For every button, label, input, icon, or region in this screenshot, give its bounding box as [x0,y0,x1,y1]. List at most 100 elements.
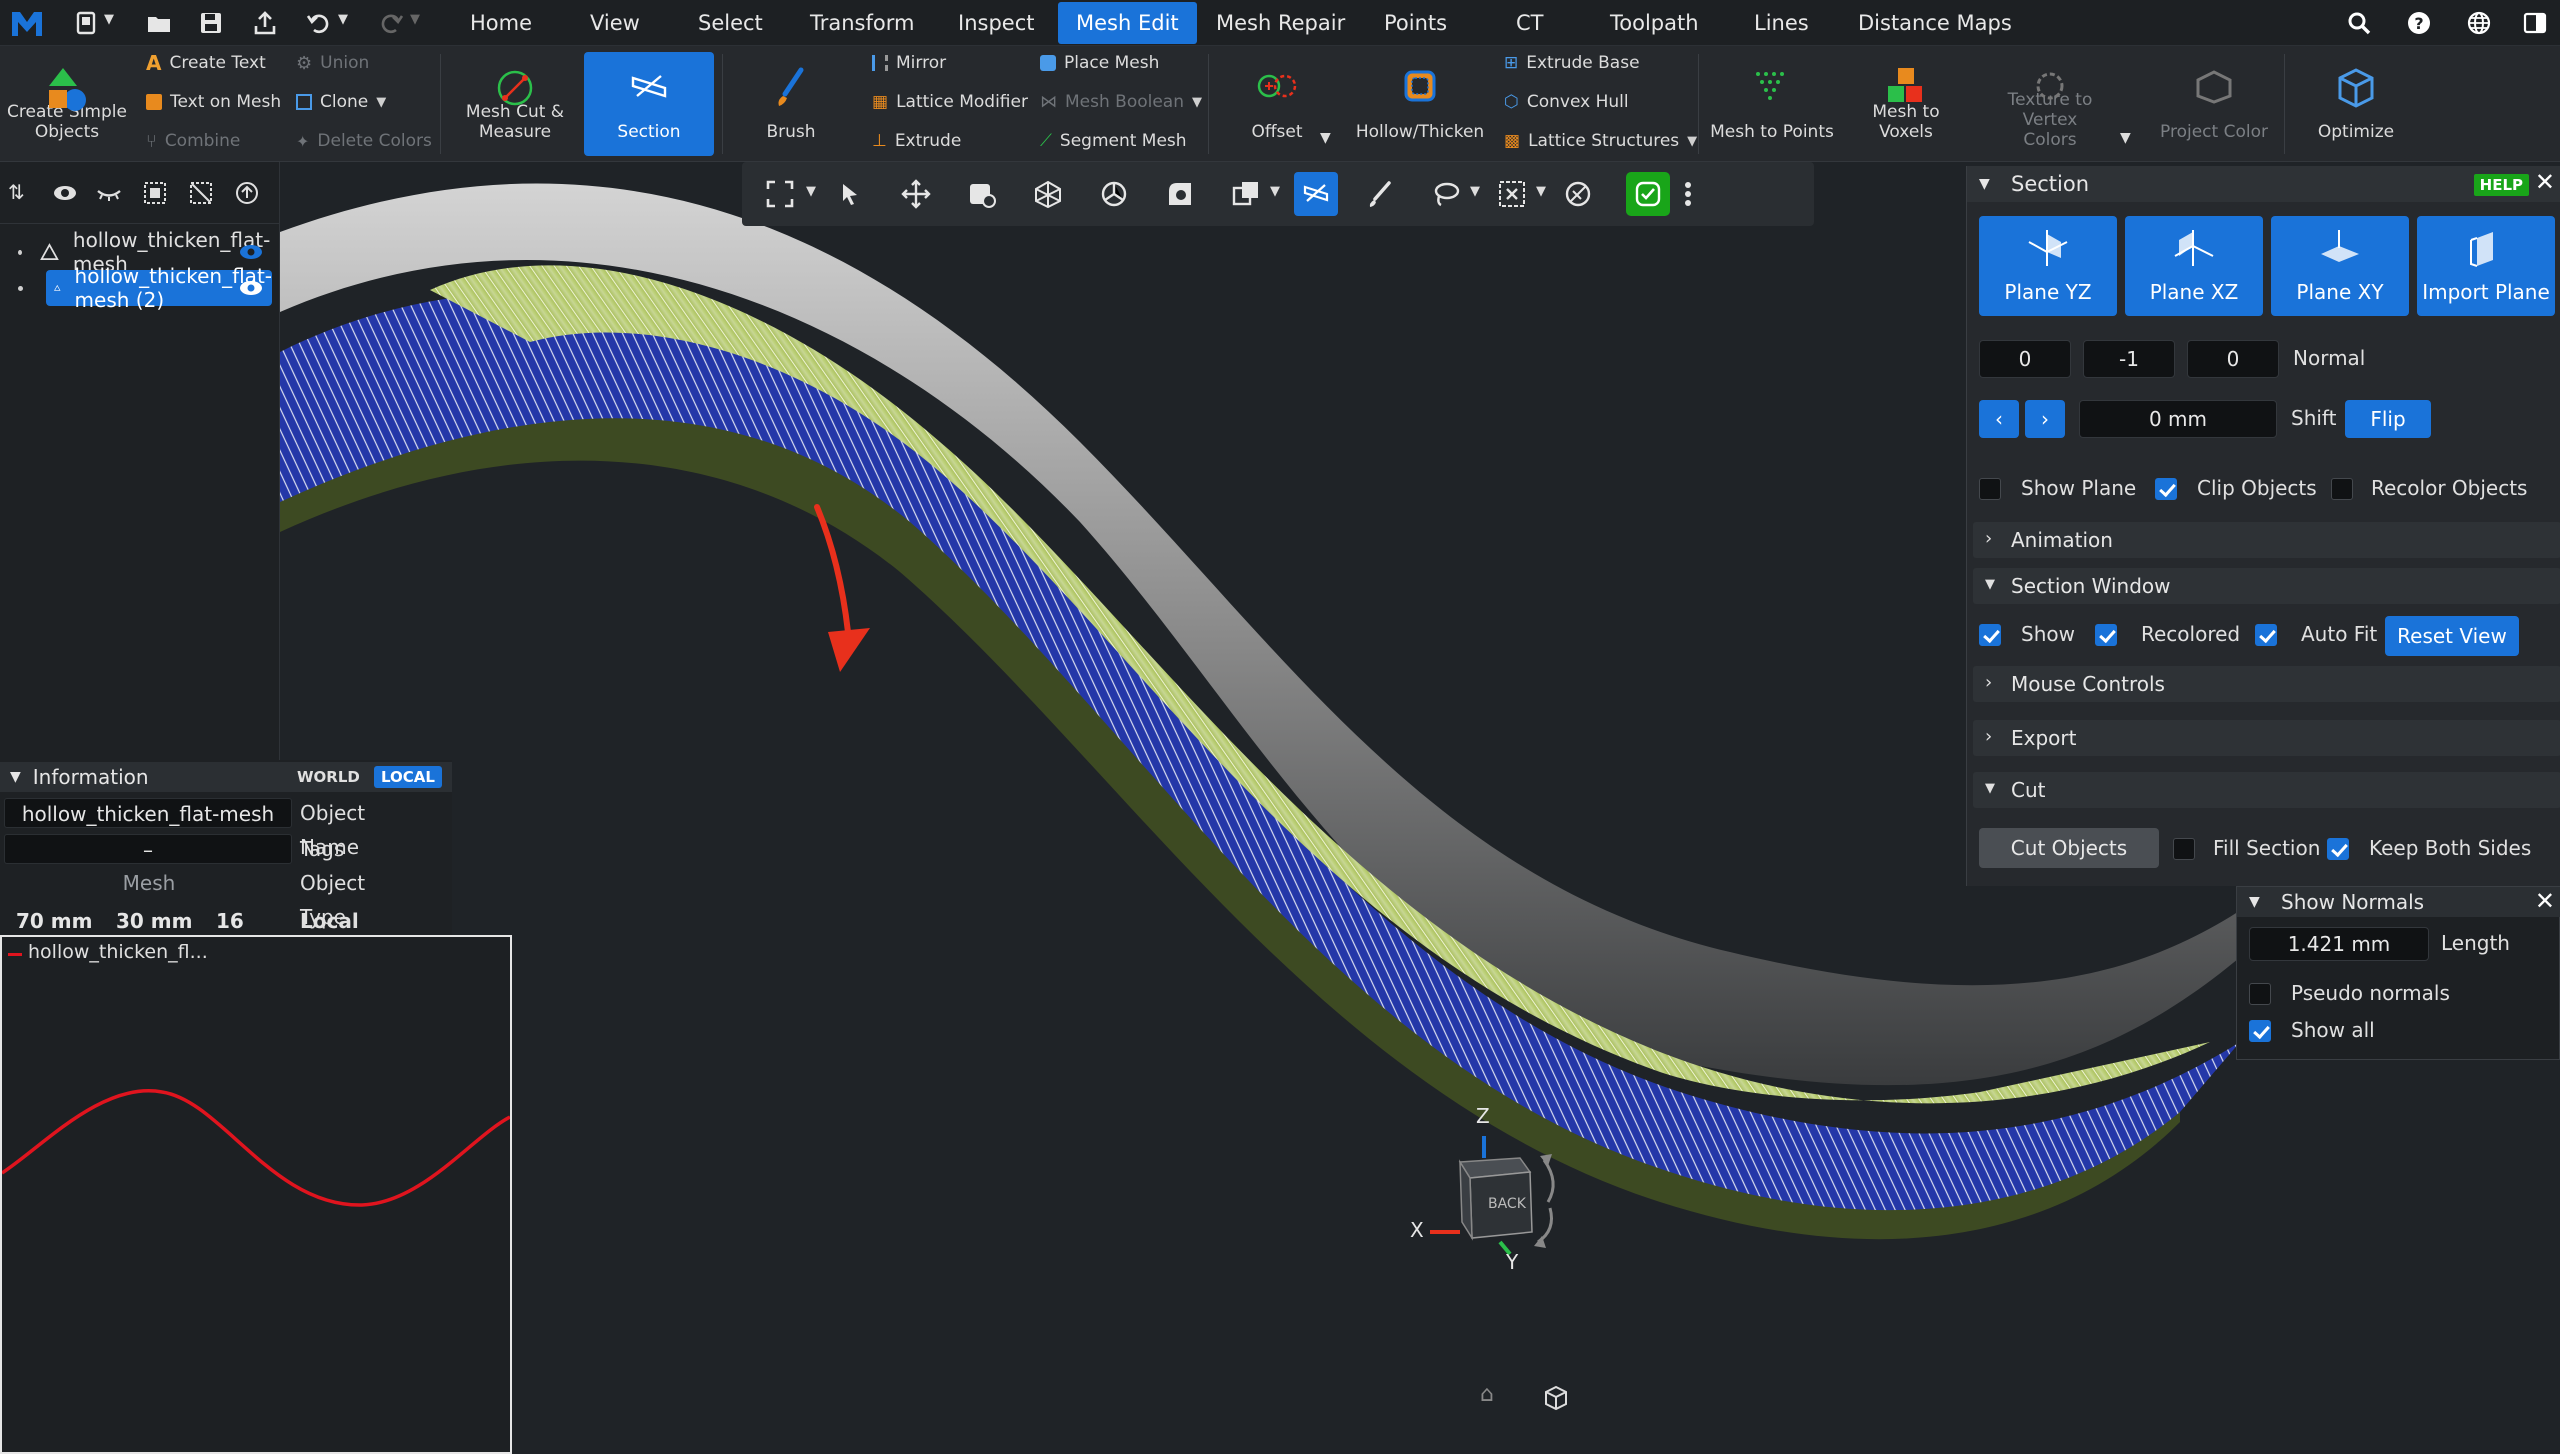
fill-section-checkbox[interactable] [2173,838,2195,860]
information-header[interactable]: ▼ Information WORLD LOCAL [0,762,452,792]
paint-brush-icon[interactable] [1362,176,1398,212]
plane-xz-button[interactable]: Plane XZ [2125,216,2263,316]
plane-xy-button[interactable]: Plane XY [2271,216,2409,316]
import-plane-button[interactable]: Import Plane [2417,216,2555,316]
more-options-icon[interactable] [1678,176,1698,212]
tree-item-selected[interactable]: hollow_thicken_flat-mesh (2) [46,264,272,312]
recolor-objects-checkbox[interactable] [2331,478,2353,500]
normal-x-input[interactable]: 0 [1979,340,2071,378]
sort-icon[interactable]: ⇅ [8,180,34,206]
lasso-icon[interactable] [1428,176,1464,212]
redo-icon[interactable] [378,10,404,36]
tab-toolpath[interactable]: Toolpath [1592,0,1717,46]
redo-history-icon[interactable]: ▼ [410,12,420,27]
tab-points[interactable]: Points [1366,0,1465,46]
cut-section-header[interactable]: ▼ Cut [1973,772,2560,808]
select-pointer-icon[interactable] [832,176,868,212]
chevron-down-icon[interactable]: ▼ [1536,184,1546,199]
box-select-icon[interactable] [1494,176,1530,212]
tab-ct[interactable]: CT [1498,0,1562,46]
mesh-to-voxels-button[interactable]: Mesh to Voxels [1844,52,1968,156]
clone-button[interactable]: Clone ▼ [296,89,386,115]
fit-view-icon[interactable] [762,176,798,212]
tab-transform[interactable]: Transform [792,0,932,46]
section-tool-icon[interactable] [1294,172,1338,216]
visibility-eye-icon[interactable] [238,278,264,298]
tab-home[interactable]: Home [452,0,550,46]
show-all-checkbox[interactable] [2249,1020,2271,1042]
duplicate-icon[interactable] [1228,176,1264,212]
chevron-down-icon[interactable]: ▼ [2120,130,2131,146]
sidebar-toggle-icon[interactable] [2522,10,2548,36]
show-plane-checkbox[interactable] [1979,478,2001,500]
mesh-cut-measure-button[interactable]: Mesh Cut & Measure [452,52,578,156]
mesh-to-points-button[interactable]: Mesh to Points [1710,52,1834,156]
mirror-button[interactable]: Mirror [872,50,946,76]
hide-all-icon[interactable] [96,180,122,206]
measure-icon[interactable] [1162,176,1198,212]
view-cube[interactable]: BACK Z X Y [1410,1104,1570,1274]
new-file-icon[interactable] [74,10,100,36]
segment-mesh-button[interactable]: ⟋ Segment Mesh [1040,128,1187,154]
show-all-icon[interactable] [52,180,78,206]
app-logo-icon[interactable] [10,8,44,38]
move-icon[interactable] [898,176,934,212]
flip-button[interactable]: Flip [2345,400,2431,438]
clip-objects-checkbox[interactable] [2155,478,2177,500]
create-simple-objects-button[interactable]: Create Simple Objects [4,52,130,156]
plane-yz-button[interactable]: Plane YZ [1979,216,2117,316]
lattice-modifier-button[interactable]: ▦ Lattice Modifier [872,89,1028,115]
tab-select[interactable]: Select [680,0,781,46]
section-window-section-header[interactable]: ▼ Section Window [1973,568,2560,604]
cut-objects-button[interactable]: Cut Objects [1979,828,2159,868]
open-folder-icon[interactable] [146,10,172,36]
normal-y-input[interactable]: -1 [2083,340,2175,378]
no-filter-icon[interactable] [1560,176,1596,212]
delete-colors-button[interactable]: ✦ Delete Colors [296,128,432,154]
project-color-button[interactable]: Project Color [2148,52,2280,156]
text-on-mesh-button[interactable]: Text on Mesh [146,89,281,115]
local-toggle[interactable]: LOCAL [374,766,442,788]
convex-hull-button[interactable]: ⬡ Convex Hull [1504,89,1629,115]
projection-toggle-icon[interactable] [1542,1384,1570,1412]
select-all-icon[interactable] [142,180,168,206]
move-up-icon[interactable] [234,180,260,206]
combine-button[interactable]: ⑂ Combine [146,128,240,154]
place-object-icon[interactable] [964,176,1000,212]
normal-z-input[interactable]: 0 [2187,340,2279,378]
close-icon[interactable]: ✕ [2535,887,2555,915]
section-button[interactable]: Section [584,52,714,156]
chevron-down-icon[interactable]: ▼ [104,12,114,27]
tab-mesh-edit[interactable]: Mesh Edit [1058,2,1197,44]
confirm-check-icon[interactable] [1626,172,1670,216]
union-button[interactable]: ⚙ Union [296,50,369,76]
rotate-icon[interactable] [1096,176,1132,212]
close-icon[interactable]: ✕ [2535,168,2555,196]
network-icon[interactable] [1030,176,1066,212]
shift-input[interactable]: 0 mm [2079,400,2277,438]
export-section-header[interactable]: › Export [1973,720,2560,756]
reset-view-button[interactable]: Reset View [2385,616,2519,656]
shift-increase-button[interactable]: › [2025,400,2065,438]
tab-view[interactable]: View [572,0,658,46]
lattice-structures-button[interactable]: ▩ Lattice Structures ▼ [1504,128,1697,154]
show-normals-header[interactable]: ▼ Show Normals ✕ [2237,887,2560,917]
mesh-boolean-button[interactable]: ⋈ Mesh Boolean ▼ [1040,89,1202,115]
globe-icon[interactable] [2466,10,2492,36]
hollow-thicken-button[interactable]: Hollow/Thicken [1350,52,1490,156]
offset-button[interactable]: Offset [1222,52,1332,156]
home-view-icon[interactable]: ⌂ [1480,1382,1494,1407]
tab-mesh-repair[interactable]: Mesh Repair [1198,0,1363,46]
undo-history-icon[interactable]: ▼ [338,12,348,27]
sw-auto-fit-checkbox[interactable] [2255,624,2277,646]
chevron-down-icon[interactable]: ▼ [1470,184,1480,199]
texture-to-vertex-colors-button[interactable]: Texture to Vertex Colors [1982,52,2118,156]
brush-button[interactable]: Brush [736,52,846,156]
optimize-button[interactable]: Optimize [2296,52,2416,156]
undo-icon[interactable] [306,10,332,36]
deselect-all-icon[interactable] [188,180,214,206]
help-badge[interactable]: HELP [2473,174,2529,196]
animation-section-header[interactable]: › Animation [1973,522,2560,558]
tab-inspect[interactable]: Inspect [940,0,1052,46]
shift-decrease-button[interactable]: ‹ [1979,400,2019,438]
